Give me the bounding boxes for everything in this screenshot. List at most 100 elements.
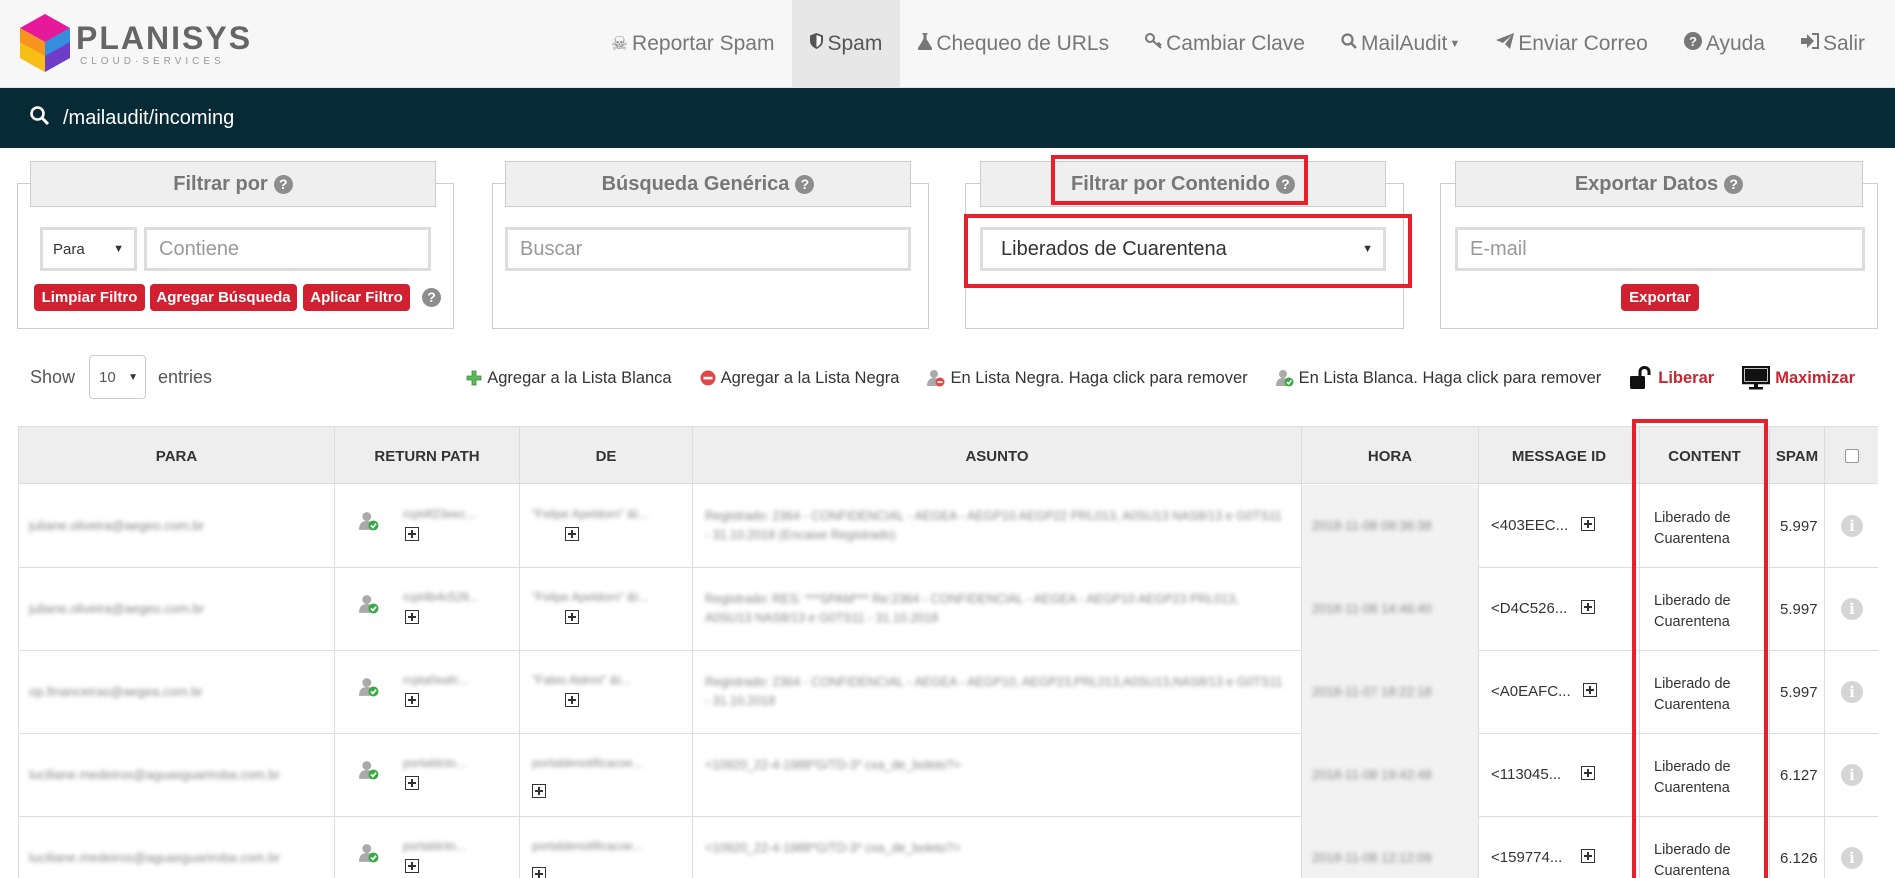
info-icon[interactable]: i [1841,764,1863,786]
panel-title: Exportar Datos ? [1455,161,1863,207]
add-search-button[interactable]: Agregar Búsqueda [150,284,297,311]
whitelist-status-icon[interactable] [359,594,379,618]
skull-crossbones-icon: ☠ [611,33,629,55]
cell-rp: rcpt4b4c526... [335,568,520,651]
filter-contains-input[interactable]: Contiene [144,227,431,271]
highlight-box [1632,419,1768,878]
whitelist-status-icon[interactable] [359,511,379,535]
select-all-checkbox-cell[interactable] [1825,427,1878,485]
help-icon[interactable]: ? [1724,174,1744,194]
help-icon[interactable]: ? [273,174,293,194]
expand-plus-icon[interactable] [1581,600,1595,614]
panel-title-text: Búsqueda Genérica [601,172,790,195]
nav-spam[interactable]: Spam [792,0,901,88]
export-button[interactable]: Exportar [1621,284,1699,311]
table-row[interactable]: luciliane.medeiros@aguasguariroba.com.br… [19,734,1878,817]
cell-asunto: Registrado: RES: ***SPAM*** Re:2364 - CO… [693,568,1302,651]
search-icon [1341,33,1357,55]
cell-de: "Felipe Apeldorn" &l... [520,568,693,651]
input-placeholder: Contiene [159,237,240,260]
input-placeholder: E-mail [1470,237,1527,260]
legend-label: Agregar a la Lista Negra [720,368,900,387]
key-icon [1145,33,1162,55]
info-icon[interactable]: i [1841,681,1863,703]
nav-salir[interactable]: Salir [1783,0,1883,88]
filter-field-select[interactable]: Para ▼ [40,227,137,271]
cell-rp: rcpta0eafc... [335,651,520,734]
table-row[interactable]: op.financeiras@aegea.com.br rcpta0eafc...… [19,651,1878,734]
export-panel: Exportar Datos ? E-mail Exportar [1440,161,1878,329]
info-icon[interactable]: i [1841,598,1863,620]
legend-in-whitelist: En Lista Blanca. Haga click para remover [1275,369,1601,388]
legend-label: En Lista Negra. Haga click para remover [950,368,1248,387]
cell-hora: 2018-11-08 09:36:38 [1302,485,1479,568]
expand-plus-icon[interactable] [565,693,579,707]
nav-reportar-spam[interactable]: ☠ Reportar Spam [593,0,792,88]
unlock-icon [1629,366,1653,390]
table-row[interactable]: juliane.oliveira@aegeo.com.br rcpt4b4c526… [19,568,1878,651]
expand-plus-icon[interactable] [405,527,419,541]
question-circle-icon: ? [1683,32,1702,56]
caret-down-icon: ▼ [113,243,124,255]
nav-label: Cambiar Clave [1166,32,1305,55]
maximize-button[interactable]: Maximizar [1742,366,1855,390]
nav-ayuda[interactable]: ? Ayuda [1666,0,1783,88]
export-email-input[interactable]: E-mail [1455,227,1865,271]
table-row[interactable]: luciliane.medeiros@aguasguariroba.com.br… [19,817,1878,878]
spam-score: 6.126 [1780,850,1818,867]
col-header-asunto[interactable]: ASUNTO [693,427,1302,485]
nav-enviar-correo[interactable]: Enviar Correo [1478,0,1666,88]
expand-plus-icon[interactable] [1581,766,1595,780]
generic-search-input[interactable]: Buscar [505,227,911,271]
expand-plus-icon[interactable] [565,527,579,541]
nav-mailaudit[interactable]: MailAudit ▼ [1323,0,1478,88]
nav-cambiar-clave[interactable]: Cambiar Clave [1127,0,1323,88]
expand-plus-icon[interactable] [405,859,419,873]
expand-plus-icon[interactable] [1581,849,1595,863]
col-header-de[interactable]: DE [520,427,693,485]
col-header-return-path[interactable]: RETURN PATH [335,427,520,485]
whitelist-status-icon[interactable] [359,677,379,701]
message-id-value: <403EEC... [1491,517,1569,534]
clear-filter-button[interactable]: Limpiar Filtro [34,284,145,311]
expand-plus-icon[interactable] [1583,683,1597,697]
cell-info: i [1825,651,1878,734]
col-header-spam[interactable]: SPAM [1770,427,1825,485]
panel-title: Filtrar por ? [30,161,436,207]
paper-plane-icon [1496,33,1515,55]
release-button[interactable]: Liberar [1629,366,1714,390]
expand-plus-icon[interactable] [532,784,546,798]
expand-plus-icon[interactable] [565,610,579,624]
select-all-checkbox[interactable] [1844,449,1859,463]
expand-plus-icon[interactable] [532,867,546,878]
nav-label: Spam [827,32,883,55]
search-icon [30,105,50,131]
nav-chequeo-urls[interactable]: Chequeo de URLs [900,0,1127,88]
col-header-message-id[interactable]: MESSAGE ID [1479,427,1640,485]
whitelist-status-icon[interactable] [359,760,379,784]
expand-plus-icon[interactable] [1581,517,1595,531]
table-row[interactable]: juliane.oliveira@aegeo.com.br rcpt4f23eec… [19,485,1878,568]
message-id-value: <A0EAFC... [1491,683,1571,700]
message-id-value: <159774... [1491,849,1563,866]
whitelist-status-icon[interactable] [359,843,379,867]
table-header: PARA RETURN PATH DE ASUNTO HORA MESSAGE … [19,426,1878,485]
expand-plus-icon[interactable] [405,693,419,707]
info-icon[interactable]: i [1841,847,1863,869]
current-path: /mailaudit/incoming [63,106,235,129]
caret-down-icon: ▼ [128,371,139,383]
info-icon[interactable]: i [1841,515,1863,537]
col-header-para[interactable]: PARA [19,427,335,485]
expand-plus-icon[interactable] [405,776,419,790]
maximize-label: Maximizar [1775,368,1855,387]
expand-plus-icon[interactable] [405,610,419,624]
user-allowed-icon [1275,369,1294,387]
entries-select[interactable]: 10 ▼ [89,355,147,399]
cell-para: juliane.oliveira@aegeo.com.br [19,485,335,568]
apply-filter-button[interactable]: Aplicar Filtro [303,284,410,311]
help-icon[interactable]: ? [795,174,815,194]
message-id-value: <D4C526... [1491,600,1568,617]
col-header-hora[interactable]: HORA [1302,427,1479,485]
brand-logo[interactable]: PLANISYS CLOUD·SERVICES [18,12,250,76]
help-icon[interactable]: ? [422,288,441,307]
